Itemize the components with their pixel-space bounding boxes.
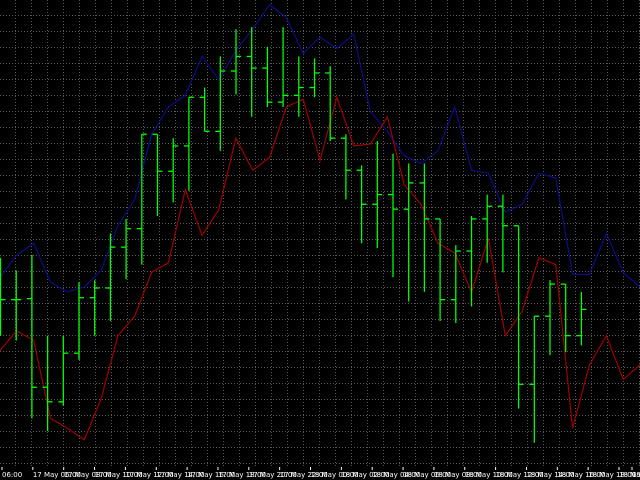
lower-band-line [0, 95, 640, 441]
ohlc-bar [403, 163, 414, 302]
ohlc-bar [309, 58, 320, 98]
ohlc-bar [419, 163, 430, 292]
ohlc-bar [246, 27, 257, 117]
ohlc-bar [340, 134, 351, 200]
ohlc-bar [136, 133, 147, 265]
chart-container[interactable]: 06:00 17 May 06:00 17 May 08:00 17 May 10:0… [0, 0, 640, 480]
grid [0, 0, 640, 467]
ohlc-bars [0, 27, 587, 443]
ohlc-bar [576, 291, 587, 346]
ohlc-bar [26, 254, 37, 419]
ohlc-bar [435, 218, 446, 322]
ohlc-bar [372, 141, 383, 249]
ohlc-bar [325, 66, 336, 142]
ohlc-bar [388, 153, 398, 278]
ohlc-bar [466, 215, 477, 307]
ohlc-bar [356, 165, 367, 244]
ohlc-bar [215, 56, 226, 151]
ohlc-bar [497, 194, 508, 273]
ohlc-bar [262, 46, 273, 108]
ohlc-bar [11, 270, 22, 341]
ohlc-bar [513, 225, 524, 409]
ohlc-bar [545, 280, 555, 356]
ohlc-bar [450, 245, 461, 324]
ohlc-bar [168, 138, 179, 203]
price-chart[interactable]: 06:00 17 May 06:0017 May 08:0017 May 10:0… [0, 0, 640, 480]
x-axis: 06:00 17 May 06:0017 May 08:0017 May 10:0… [1, 467, 640, 479]
ohlc-bar [121, 218, 132, 280]
ohlc-bar [74, 282, 84, 360]
ohlc-bar [560, 283, 571, 353]
x-tick-label: 19 [632, 471, 640, 479]
ohlc-bar [89, 280, 100, 336]
ohlc-bar [58, 335, 69, 406]
ohlc-bar [0, 257, 6, 336]
lower-band-line-group [0, 95, 640, 441]
x-tick-label: 06:00 [2, 471, 22, 479]
ohlc-bar [105, 233, 116, 322]
ohlc-bar [199, 87, 210, 132]
ohlc-bar [293, 56, 304, 117]
